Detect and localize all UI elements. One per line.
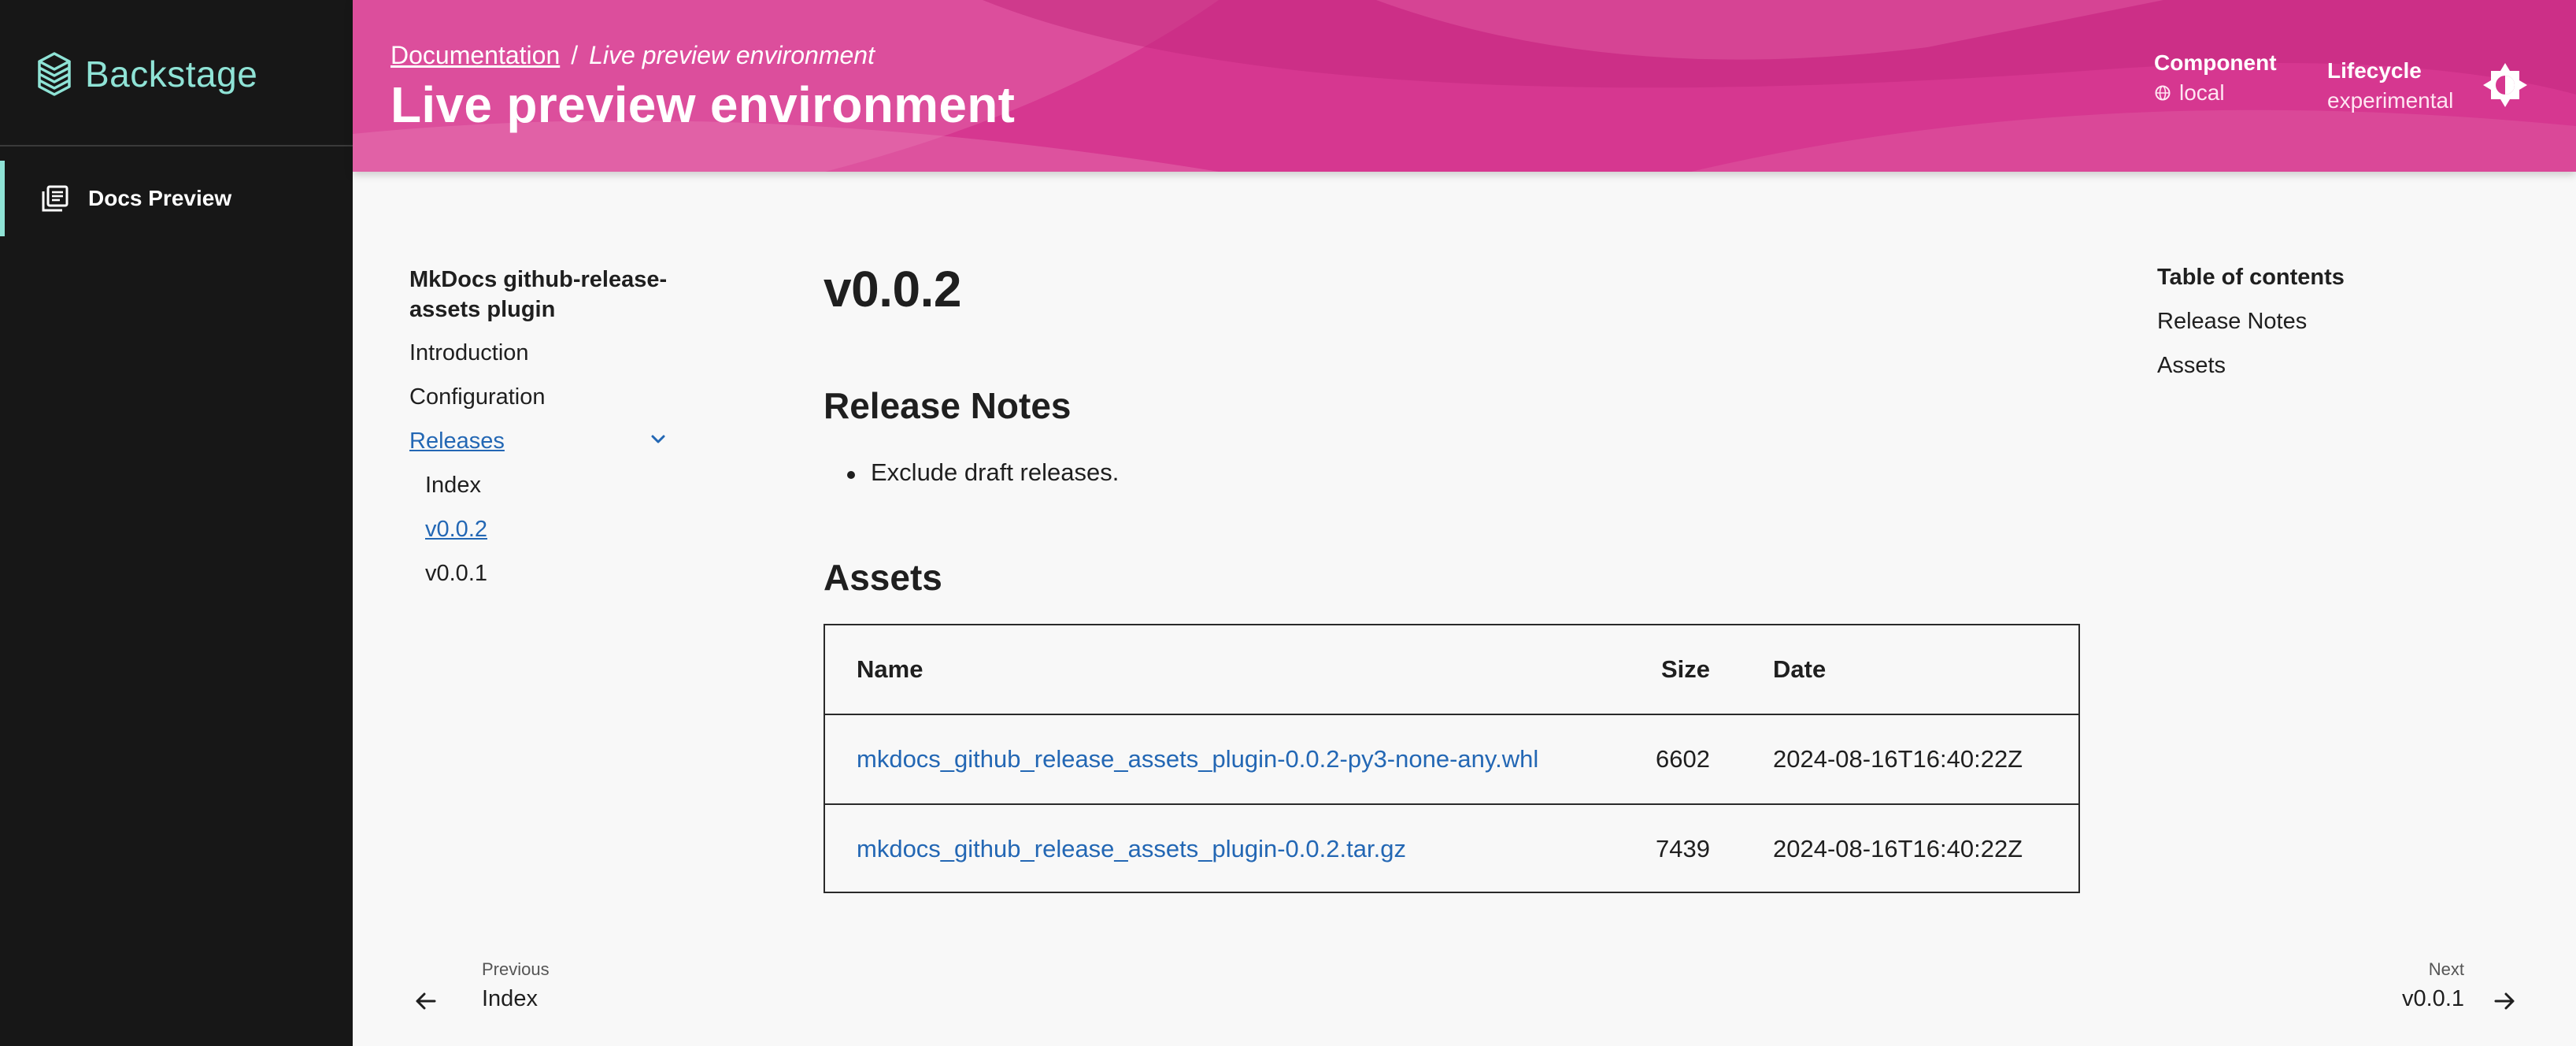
table-row: mkdocs_github_release_assets_plugin-0.0.… [825,714,2078,802]
breadcrumb-current: Live preview environment [589,41,875,69]
sidebar-divider [0,145,353,147]
docs-nav-item-v0-0-2[interactable]: v0.0.2 [425,517,487,543]
logo-text: Backstage [85,54,258,95]
component-value[interactable]: local [2179,80,2225,106]
chevron-down-icon[interactable] [647,428,669,451]
lifecycle-meta: Lifecycle experimental [2327,58,2453,113]
docs-nav-item-introduction[interactable]: Introduction [409,340,529,366]
docs-nav: MkDocs github-release-assets plugin [409,265,677,325]
component-meta: Component local [2154,50,2277,106]
breadcrumb: Documentation / Live preview environment [390,41,875,70]
sidebar: Backstage Docs Preview [0,0,353,1046]
toc-title: Table of contents [2157,265,2345,290]
sidebar-item-label: Docs Preview [88,186,232,210]
column-header-size: Size [1660,655,1710,683]
table-of-contents: Table of contents Release Notes Assets [2157,265,2345,378]
lifecycle-label: Lifecycle [2327,58,2422,83]
backstage-logo-icon [38,52,71,96]
globe-icon [2155,85,2171,101]
docs-nav-title: MkDocs github-release-assets plugin [409,267,668,322]
active-indicator [0,161,5,236]
column-header-date: Date [1773,655,1827,683]
theme-toggle-icon[interactable] [2482,61,2529,109]
arrow-left-icon [416,992,436,1010]
pager-next[interactable]: Next v0.0.1 [2378,955,2535,1018]
docs-nav-item-configuration[interactable]: Configuration [409,384,546,410]
asset-size: 7439 [1656,835,1710,862]
docs-nav-item-v0-0-1[interactable]: v0.0.1 [425,561,487,587]
sidebar-item-docs-preview[interactable]: Docs Preview [0,161,353,236]
backstage-logo[interactable]: Backstage [35,44,257,104]
pager-previous-caption: Previous [482,959,550,979]
arrow-right-icon [2494,992,2515,1010]
docs-nav-item-releases[interactable]: Releases [409,428,505,454]
breadcrumb-separator: / [571,41,579,69]
column-header-name: Name [857,655,923,683]
asset-date: 2024-08-16T16:40:22Z [1773,835,2023,862]
asset-date: 2024-08-16T16:40:22Z [1773,745,2023,773]
table-header-row: Name Size Date [825,625,2078,714]
toc-item-assets[interactable]: Assets [2157,353,2226,379]
table-row: mkdocs_github_release_assets_plugin-0.0.… [825,803,2078,892]
lifecycle-value: experimental [2327,88,2454,113]
breadcrumb-documentation-link[interactable]: Documentation [390,41,560,70]
asset-link[interactable]: mkdocs_github_release_assets_plugin-0.0.… [857,805,1406,893]
pager-next-title: v0.0.1 [2402,986,2464,1011]
bullet-icon [847,471,855,479]
docs-icon [42,185,68,212]
pager-previous[interactable]: Previous Index [409,955,598,1018]
release-notes-heading: Release Notes [824,385,1071,426]
release-note-text: Exclude draft releases. [871,458,1120,486]
toc-item-release-notes[interactable]: Release Notes [2157,309,2307,335]
assets-heading: Assets [824,557,942,598]
asset-link[interactable]: mkdocs_github_release_assets_plugin-0.0.… [857,715,1538,803]
assets-table: Name Size Date mkdocs_github_release_ass… [824,624,2080,893]
pager-next-caption: Next [2428,959,2464,979]
asset-size: 6602 [1656,745,1710,773]
docs-nav-item-index[interactable]: Index [425,473,481,499]
page-header: Documentation / Live preview environment… [353,0,2576,172]
component-label: Component [2154,50,2277,75]
content-heading: v0.0.2 [824,261,961,317]
page-title: Live preview environment [390,76,1016,133]
pager-previous-title: Index [482,986,538,1011]
